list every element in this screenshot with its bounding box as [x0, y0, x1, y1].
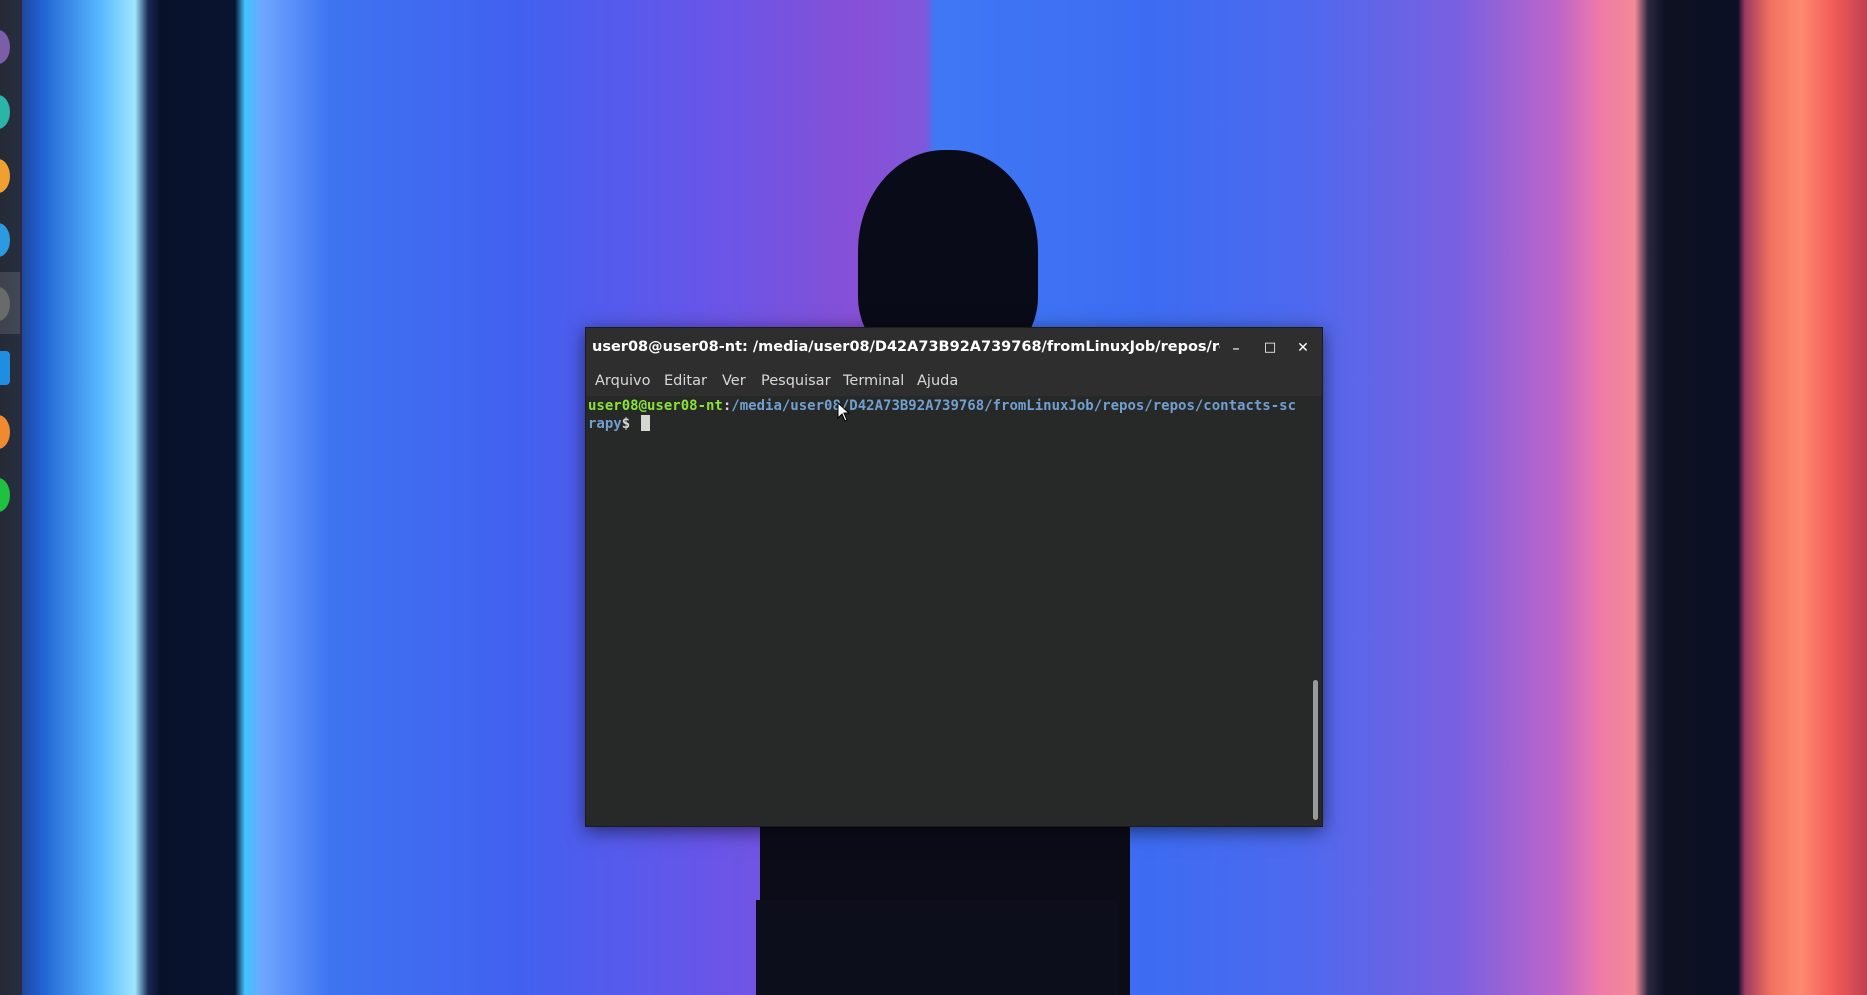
close-button[interactable]: ✕ — [1293, 338, 1313, 358]
minimize-button[interactable]: – — [1226, 338, 1246, 358]
app-icon-purple[interactable] — [0, 30, 10, 64]
app-icon-blue[interactable] — [0, 223, 10, 257]
menu-editar[interactable]: Editar — [662, 373, 709, 389]
menu-bar: Arquivo Editar Ver Pesquisar Terminal Aj… — [586, 368, 1322, 396]
terminal-prompt-line: user08@user08-nt:/media/user08/D42A73B92… — [588, 397, 1304, 433]
menu-arquivo[interactable]: Arquivo — [593, 373, 653, 389]
wallpaper-silhouette-hem — [756, 900, 1118, 995]
prompt-user-host: user08@user08-nt — [588, 398, 723, 414]
menu-terminal[interactable]: Terminal — [841, 373, 906, 389]
terminal-window: user08@user08-nt: /media/user08/D42A73B9… — [585, 327, 1323, 827]
terminal-scrollbar[interactable] — [1308, 396, 1322, 826]
text-cursor — [640, 415, 650, 431]
prompt-symbol: $ — [621, 416, 639, 432]
menu-pesquisar[interactable]: Pesquisar — [759, 373, 833, 389]
app-icon-green[interactable] — [0, 478, 10, 512]
terminal-output[interactable]: user08@user08-nt:/media/user08/D42A73B92… — [586, 396, 1308, 826]
scrollbar-thumb[interactable] — [1313, 680, 1318, 820]
app-icon-teal[interactable] — [0, 95, 10, 129]
menu-ver[interactable]: Ver — [720, 373, 748, 389]
app-icon-orange-2[interactable] — [0, 415, 10, 449]
launcher-dock — [0, 0, 22, 995]
menu-ajuda[interactable]: Ajuda — [915, 373, 960, 389]
app-icon-blue-square[interactable] — [0, 351, 10, 385]
window-titlebar[interactable]: user08@user08-nt: /media/user08/D42A73B9… — [586, 328, 1322, 368]
window-title: user08@user08-nt: /media/user08/D42A73B9… — [592, 339, 1220, 355]
maximize-button[interactable]: □ — [1260, 338, 1280, 358]
app-icon-orange[interactable] — [0, 159, 10, 193]
mouse-pointer-icon — [837, 402, 851, 422]
